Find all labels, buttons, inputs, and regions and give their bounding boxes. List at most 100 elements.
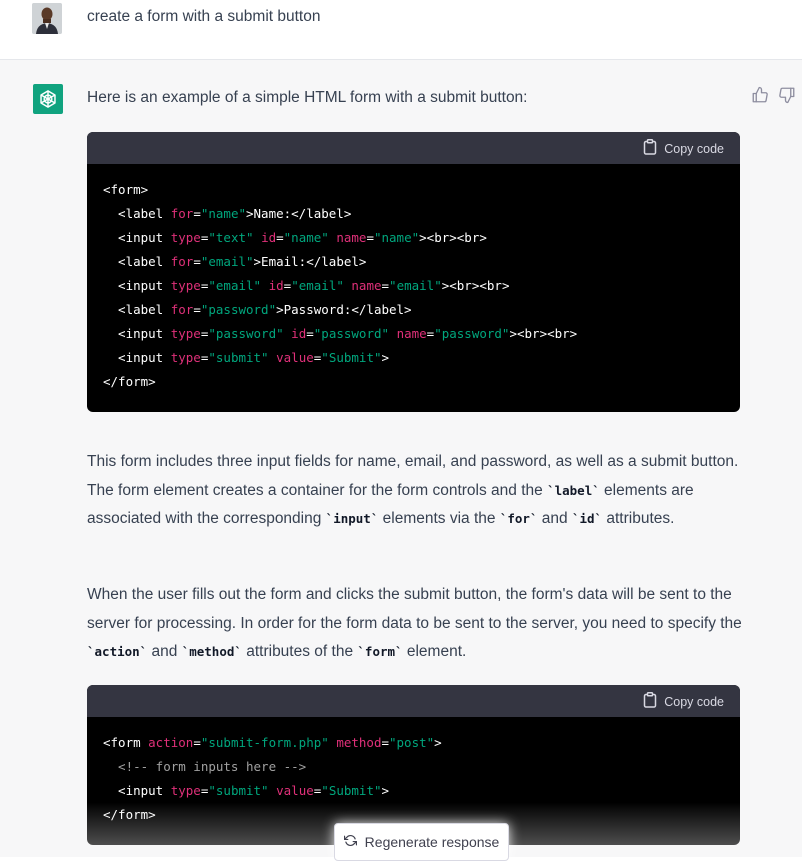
code-token: >Name:</label> — [246, 206, 352, 221]
code-line: <input type="email" id="email" name="ema… — [103, 274, 724, 298]
code-token: "email" — [208, 278, 262, 293]
code-token: = — [381, 278, 390, 293]
code-token: value — [276, 350, 314, 365]
code-token: "name" — [373, 230, 420, 245]
code-token: <form — [103, 735, 149, 750]
code-token: = — [193, 302, 201, 317]
code-line: <label for="email">Email:</label> — [103, 250, 724, 274]
code-line: <label for="name">Name:</label> — [103, 202, 724, 226]
code-token: ><br><br> — [509, 326, 578, 341]
code-token: "email" — [389, 278, 442, 293]
regenerate-label: Regenerate response — [364, 834, 500, 850]
code-block-header: Copy code — [87, 132, 740, 164]
paragraph-text: elements via the — [378, 510, 500, 527]
code-token: action — [148, 735, 194, 750]
thumbs-down-icon[interactable] — [778, 86, 796, 104]
code-block-action: Copy code <form action="submit-form.php"… — [87, 685, 740, 845]
code-token: type — [170, 278, 201, 293]
code-block-form: Copy code <form> <label for="name">Name:… — [87, 132, 740, 412]
code-token: > — [381, 783, 390, 798]
code-token: id — [261, 230, 277, 245]
code-token: "email" — [291, 278, 344, 293]
paragraph-text: and — [537, 510, 572, 527]
code-token: > — [381, 350, 390, 365]
code-content: <form action="submit-form.php" method="p… — [87, 717, 740, 827]
inline-code: `form` — [357, 644, 403, 659]
code-token: <form> — [103, 182, 149, 197]
code-token: > — [434, 735, 442, 750]
code-token: "password" — [434, 326, 510, 341]
paragraph-text: When the user fills out the form and cli… — [87, 586, 742, 632]
code-line: <label for="password">Password:</label> — [103, 298, 724, 322]
code-token: type — [170, 230, 201, 245]
explanation-paragraph: This form includes three input fields fo… — [87, 448, 747, 534]
thumbs-up-icon[interactable] — [751, 86, 769, 104]
code-token: "post" — [389, 735, 435, 750]
code-token: "email" — [200, 254, 254, 269]
clipboard-icon — [643, 139, 657, 158]
code-token: method — [336, 735, 382, 750]
code-token: </form> — [103, 807, 156, 822]
code-token: id — [268, 278, 284, 293]
refresh-icon — [343, 834, 357, 850]
copy-code-label: Copy code — [664, 694, 724, 709]
assistant-message-row: Here is an example of a simple HTML form… — [0, 60, 802, 861]
code-token: = — [193, 254, 201, 269]
code-token: "Submit" — [321, 350, 382, 365]
code-token: name — [336, 230, 367, 245]
code-token: "submit" — [208, 783, 269, 798]
code-token: <input — [103, 278, 171, 293]
code-token: name — [351, 278, 382, 293]
code-token: <input — [103, 783, 171, 798]
code-token: = — [366, 230, 374, 245]
code-token: ><br><br> — [441, 278, 510, 293]
code-token: "password" — [313, 326, 390, 341]
code-token: = — [276, 230, 284, 245]
code-token: for — [170, 206, 194, 221]
paragraph-text: and — [147, 643, 182, 660]
regenerate-response-button[interactable]: Regenerate response — [334, 823, 509, 861]
code-token: </form> — [103, 374, 156, 389]
code-token: <input — [103, 326, 171, 341]
code-token: value — [276, 783, 314, 798]
code-token: = — [193, 206, 201, 221]
code-token: "submit" — [208, 350, 269, 365]
code-content: <form> <label for="name">Name:</label> <… — [87, 164, 740, 394]
code-token: "text" — [208, 230, 254, 245]
code-token: <input — [103, 350, 171, 365]
code-token: = — [306, 326, 314, 341]
code-token: <label — [103, 254, 171, 269]
code-token: for — [170, 302, 194, 317]
code-token: >Email:</label> — [253, 254, 367, 269]
code-token: "Submit" — [321, 783, 382, 798]
user-avatar — [32, 3, 62, 34]
copy-code-button[interactable]: Copy code — [643, 139, 724, 158]
paragraph-text: attributes. — [602, 510, 675, 527]
code-token: id — [291, 326, 307, 341]
submission-paragraph: When the user fills out the form and cli… — [87, 581, 747, 667]
copy-code-label: Copy code — [664, 141, 724, 156]
code-line: <form> — [103, 178, 724, 202]
paragraph-text: element. — [402, 643, 467, 660]
code-token: "password" — [208, 326, 284, 341]
inline-code: `label` — [547, 482, 600, 498]
code-token: >Password:</label> — [276, 302, 412, 317]
inline-code: `id` — [571, 511, 603, 526]
code-token: "name" — [283, 230, 329, 245]
code-line: <input type="submit" value="Submit"> — [103, 779, 724, 803]
code-token: <label — [103, 302, 171, 317]
user-message-row: create a form with a submit button — [0, 0, 802, 60]
code-token: "password" — [200, 302, 277, 317]
code-token: "submit-form.php" — [200, 735, 329, 750]
copy-code-button[interactable]: Copy code — [643, 692, 724, 711]
code-token: name — [396, 326, 427, 341]
openai-logo-icon — [33, 84, 63, 114]
code-token: type — [170, 783, 201, 798]
code-line: <!-- form inputs here --> — [103, 755, 724, 779]
code-token: <!-- form inputs here --> — [103, 759, 307, 774]
code-token: type — [170, 350, 201, 365]
